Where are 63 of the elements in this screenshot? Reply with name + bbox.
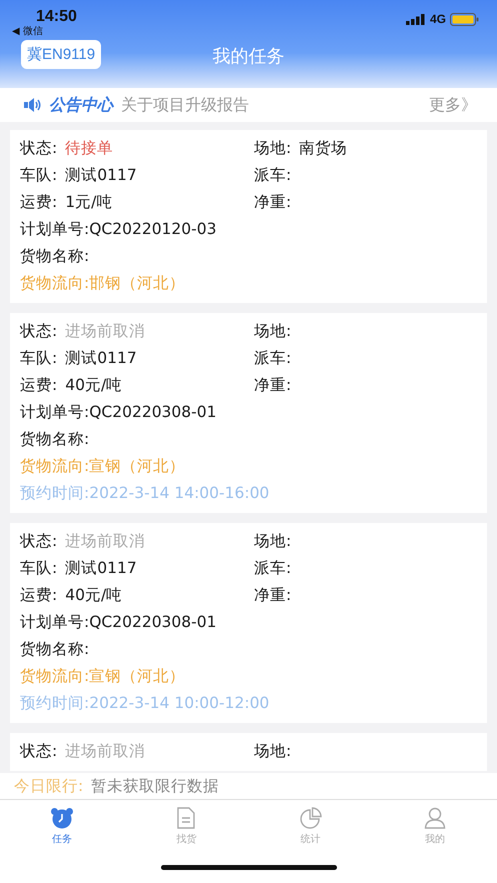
site-value: 南货场 [299, 138, 348, 159]
status-value: 待接单 [65, 138, 114, 159]
fee-value: 1元/吨 [65, 192, 112, 213]
team-label: 车队: [20, 558, 58, 579]
team-label: 车队: [20, 348, 58, 369]
goods-destination: 货物流向:邯钢（河北） [20, 273, 186, 294]
dispatch-label: 派车: [254, 165, 292, 186]
fee-label: 运费: [20, 585, 58, 606]
goods-name: 货物名称: [20, 639, 90, 660]
limit-label: 今日限行: [14, 776, 84, 796]
goods-name: 货物名称: [20, 246, 90, 267]
site-label: 场地: [254, 741, 292, 762]
plan-number: 计划单号:QC20220308-01 [20, 612, 216, 633]
net-weight-label: 净重: [254, 192, 292, 213]
network-label: 4G [430, 12, 446, 26]
task-card[interactable]: 状态: 进场前取消 场地: [10, 733, 487, 771]
status-label: 状态: [20, 531, 58, 552]
team-value: 测试0117 [65, 165, 137, 186]
status-label: 状态: [20, 138, 58, 159]
task-card[interactable]: 状态: 进场前取消 场地: 车队: 测试0117 派车: 运费: 40元/吨 净重: 计划单号:QC20220308-01 货物名称: 货物流向:宣钢（河北） 预约时间:2022-3-14 10:00-12:00 [10, 523, 487, 723]
status-value: 进场前取消 [65, 741, 146, 762]
status-value: 进场前取消 [65, 321, 146, 342]
goods-name: 货物名称: [20, 429, 90, 450]
battery-icon [450, 12, 479, 26]
appointment-time: 预约时间:2022-3-14 10:00-12:00 [20, 693, 270, 714]
team-value: 测试0117 [65, 348, 137, 369]
plan-number: 计划单号:QC20220120-03 [20, 219, 216, 240]
team-label: 车队: [20, 165, 58, 186]
alarm-clock-icon [50, 806, 74, 828]
team-value: 测试0117 [65, 558, 137, 579]
fee-value: 40元/吨 [65, 585, 122, 606]
limit-text: 暂未获取限行数据 [91, 776, 220, 796]
site-label: 场地: [254, 321, 292, 342]
dispatch-label: 派车: [254, 348, 292, 369]
goods-destination: 货物流向:宣钢（河北） [20, 666, 186, 687]
net-weight-label: 净重: [254, 375, 292, 396]
more-link[interactable]: 更多》 [429, 94, 477, 116]
status-time: 14:50 [35, 8, 77, 26]
speaker-icon [24, 98, 41, 112]
person-icon [424, 806, 446, 828]
notice-label: 公告中心 [49, 94, 113, 116]
status-value: 进场前取消 [65, 531, 146, 552]
fee-label: 运费: [20, 375, 58, 396]
pie-chart-icon [300, 806, 322, 828]
status-label: 状态: [20, 321, 58, 342]
site-label: 场地: [254, 138, 292, 159]
site-label: 场地: [254, 531, 292, 552]
task-card[interactable]: 状态: 待接单 场地: 南货场 车队: 测试0117 派车: 运费: 1元/吨 净重: 计划单号:QC20220120-03 货物名称: 货物流向:邯钢（河北） [10, 130, 487, 303]
notice-text[interactable]: 关于项目升级报告 [121, 94, 421, 116]
page-title: 我的任务 [212, 45, 284, 68]
appointment-time: 预约时间:2022-3-14 14:00-16:00 [20, 483, 270, 504]
document-icon [176, 806, 196, 828]
task-card[interactable]: 状态: 进场前取消 场地: 车队: 测试0117 派车: 运费: 40元/吨 净重: 计划单号:QC20220308-01 货物名称: 货物流向:宣钢（河北） 预约时间:2022-3-14 14:00-16:00 [10, 313, 487, 513]
plate-badge[interactable]: 冀EN9119 [21, 40, 102, 69]
fee-value: 40元/吨 [65, 375, 122, 396]
fee-label: 运费: [20, 192, 58, 213]
status-label: 状态: [20, 741, 58, 762]
goods-destination: 货物流向:宣钢（河北） [20, 456, 186, 477]
signal-icon [406, 14, 426, 24]
net-weight-label: 净重: [254, 585, 292, 606]
back-link[interactable]: ◀ 微信 [12, 26, 77, 38]
plan-number: 计划单号:QC20220308-01 [20, 402, 216, 423]
dispatch-label: 派车: [254, 558, 292, 579]
